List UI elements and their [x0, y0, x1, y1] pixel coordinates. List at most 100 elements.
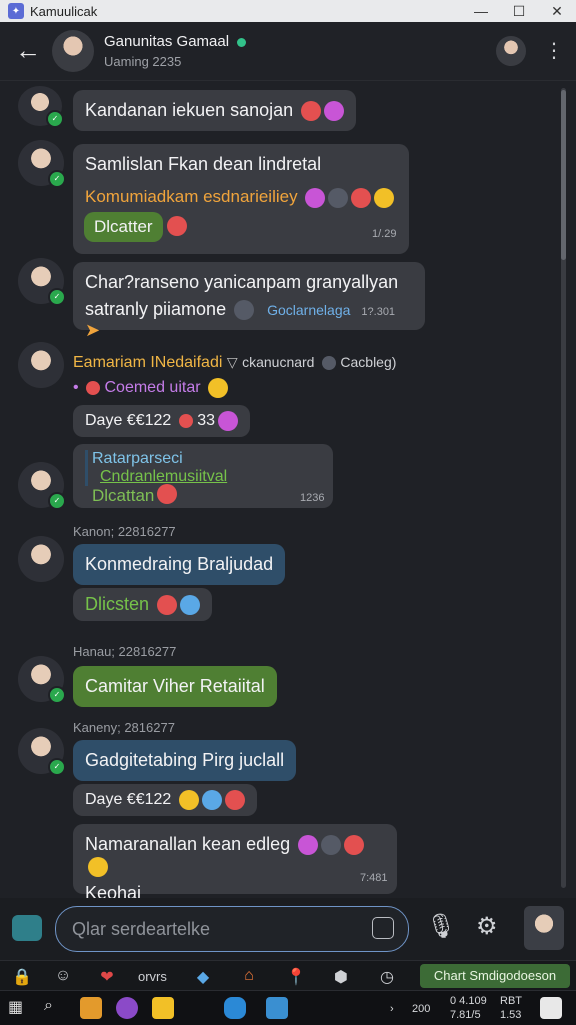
camera-icon[interactable]	[12, 915, 42, 941]
search-icon[interactable]: ⌕	[44, 997, 66, 1019]
emoji-icon	[167, 216, 187, 236]
lock-icon[interactable]: 🔒	[12, 967, 32, 986]
contact-avatar[interactable]	[52, 30, 94, 72]
message-bubble: Dlicsten	[73, 588, 213, 622]
emoji-icon	[224, 790, 245, 810]
message-bubble: Konmedraing Braljudad	[73, 544, 286, 585]
message-text: • Coemed uitar	[73, 378, 228, 398]
message-input-box[interactable]	[55, 906, 409, 952]
message-bubble: Char?ranseno yanicanpam granyallyan satr…	[73, 262, 425, 340]
verified-badge-icon: ✓	[46, 110, 64, 128]
location-icon[interactable]: ⬢	[332, 967, 350, 986]
message-time: 1?.301	[361, 306, 396, 318]
window-title: Kamuulicak	[30, 3, 98, 19]
quick-toolbar: 🔒 ☺ ❤ orvrs ◆ ⌂ 📍 ⬢ ◷ Chart Smdigodoeson	[0, 960, 576, 991]
reaction-button[interactable]: Dlicsten	[85, 594, 149, 614]
sender-avatar[interactable]: ✓	[18, 86, 64, 128]
message-composer: 🎙 ⚙	[0, 898, 576, 960]
message-text: Komumiadkam esdnarieiliey	[85, 187, 397, 208]
forward-icon[interactable]: ➤	[85, 320, 100, 340]
emoji-icon	[374, 187, 395, 208]
sticker-icon[interactable]	[372, 917, 394, 939]
sender-name[interactable]: Eamariam INedaifadi	[73, 354, 222, 371]
emoji-icon	[298, 835, 319, 856]
emoji-icon	[157, 595, 178, 616]
profile-avatar[interactable]	[496, 36, 526, 66]
emoji-icon	[351, 187, 372, 208]
pin-icon[interactable]: 📍	[286, 967, 306, 986]
emoji-icon	[324, 101, 345, 122]
message-link[interactable]: Goclarnelaga	[267, 302, 350, 318]
emoji-icon	[344, 835, 365, 856]
message-text: Keohai	[85, 882, 142, 899]
online-status-icon	[237, 37, 247, 47]
chart-suggestion-button[interactable]: Chart Smdigodoeson	[420, 964, 570, 988]
language-indicator[interactable]: 200	[412, 1003, 430, 1015]
date-bottom: 1.53	[500, 1009, 522, 1021]
self-avatar[interactable]	[524, 906, 564, 950]
layers-icon[interactable]: ◆	[194, 967, 212, 986]
reaction-button[interactable]: Dlcattan	[84, 482, 162, 510]
clock-time: 0 4.109	[450, 995, 487, 1007]
verified-badge-icon: ✓	[48, 288, 66, 306]
quoted-message[interactable]: Ratarparseci Cndranlemusiitval	[85, 450, 321, 486]
maximize-button[interactable]: ☐	[500, 0, 538, 22]
emoji-icon	[208, 378, 228, 398]
sender-avatar[interactable]: ✓	[18, 728, 66, 776]
sender-avatar[interactable]: ✓	[18, 462, 66, 510]
gear-icon[interactable]: ⚙	[476, 912, 502, 940]
message-bubble: Camitar Viher Retaiital	[73, 666, 277, 707]
sender-avatar[interactable]	[18, 342, 64, 388]
smiley-icon[interactable]: ☺	[54, 967, 72, 985]
more-menu-icon[interactable]: ⋮	[544, 41, 564, 61]
emoji-icon	[178, 414, 193, 428]
message-list[interactable]: ✓ Kandanan iekuen sanojan ✓ Samlislan Fk…	[0, 80, 576, 898]
message-text: Namaranallan kean edleg	[85, 834, 385, 877]
message-text: Char?ranseno yanicanpam granyallyan	[85, 272, 399, 292]
verified-badge-icon: ✓	[48, 170, 66, 188]
minimize-button[interactable]: —	[462, 0, 500, 22]
message-bubble: Daye €€122	[73, 784, 257, 816]
reaction-button[interactable]: Dlcatter	[84, 212, 163, 242]
start-grid-icon[interactable]: ▦	[8, 997, 30, 1019]
close-button[interactable]: ✕	[538, 0, 576, 22]
message-input[interactable]	[70, 918, 354, 941]
emoji-icon	[321, 835, 342, 856]
verified-badge-icon: ✓	[48, 758, 66, 776]
media-icon[interactable]	[266, 997, 288, 1019]
emoji-icon	[218, 411, 238, 431]
app-icon[interactable]	[116, 997, 138, 1019]
app-icon[interactable]	[80, 997, 102, 1019]
home-icon[interactable]: ⌂	[240, 967, 258, 985]
toolbar-label[interactable]: orvrs	[138, 969, 167, 984]
app-icon[interactable]	[224, 997, 246, 1019]
window-titlebar: ✦ Kamuulicak — ☐ ✕	[0, 0, 576, 22]
qr-code-icon[interactable]	[540, 997, 562, 1019]
scrollbar-thumb[interactable]	[561, 90, 566, 260]
message-time: 1236	[300, 492, 325, 504]
sender-avatar[interactable]: ✓	[18, 258, 66, 306]
verified-badge-icon: ✓	[48, 492, 66, 510]
message-meta: Kanon; 22816277	[73, 524, 176, 539]
folder-icon[interactable]	[152, 997, 174, 1019]
sender-avatar[interactable]: ✓	[18, 140, 66, 188]
sender-avatar[interactable]	[18, 536, 64, 582]
microphone-icon[interactable]: 🎙	[426, 912, 456, 942]
clock-icon[interactable]: ◷	[378, 967, 396, 986]
message-meta: Hanau; 22816277	[73, 644, 177, 659]
verified-badge-icon: ✓	[48, 686, 66, 704]
sender-line: Eamariam INedaifadi ▽ ckanucnard Cacbleg…	[73, 354, 397, 371]
sender-avatar[interactable]: ✓	[18, 656, 66, 704]
reply-icon: ▽	[226, 354, 238, 370]
contact-info[interactable]: Ganunitas Gamaal Uaming 2235	[104, 33, 496, 69]
emoji-icon	[301, 101, 322, 122]
emoji-icon	[328, 187, 349, 208]
heart-icon[interactable]: ❤	[98, 967, 116, 986]
message-bubble: Kandanan iekuen sanojan	[73, 90, 357, 132]
back-arrow-icon[interactable]: ←	[14, 37, 42, 65]
system-tray-icon[interactable]: ›	[390, 1003, 394, 1015]
emoji-icon	[305, 187, 326, 208]
taskbar: ▦ ⌕ › 200 0 4.109 7.81/5 RBT 1.53	[0, 990, 576, 1025]
emoji-icon	[88, 856, 108, 877]
message-meta: Kaneny; 2816277	[73, 720, 175, 735]
